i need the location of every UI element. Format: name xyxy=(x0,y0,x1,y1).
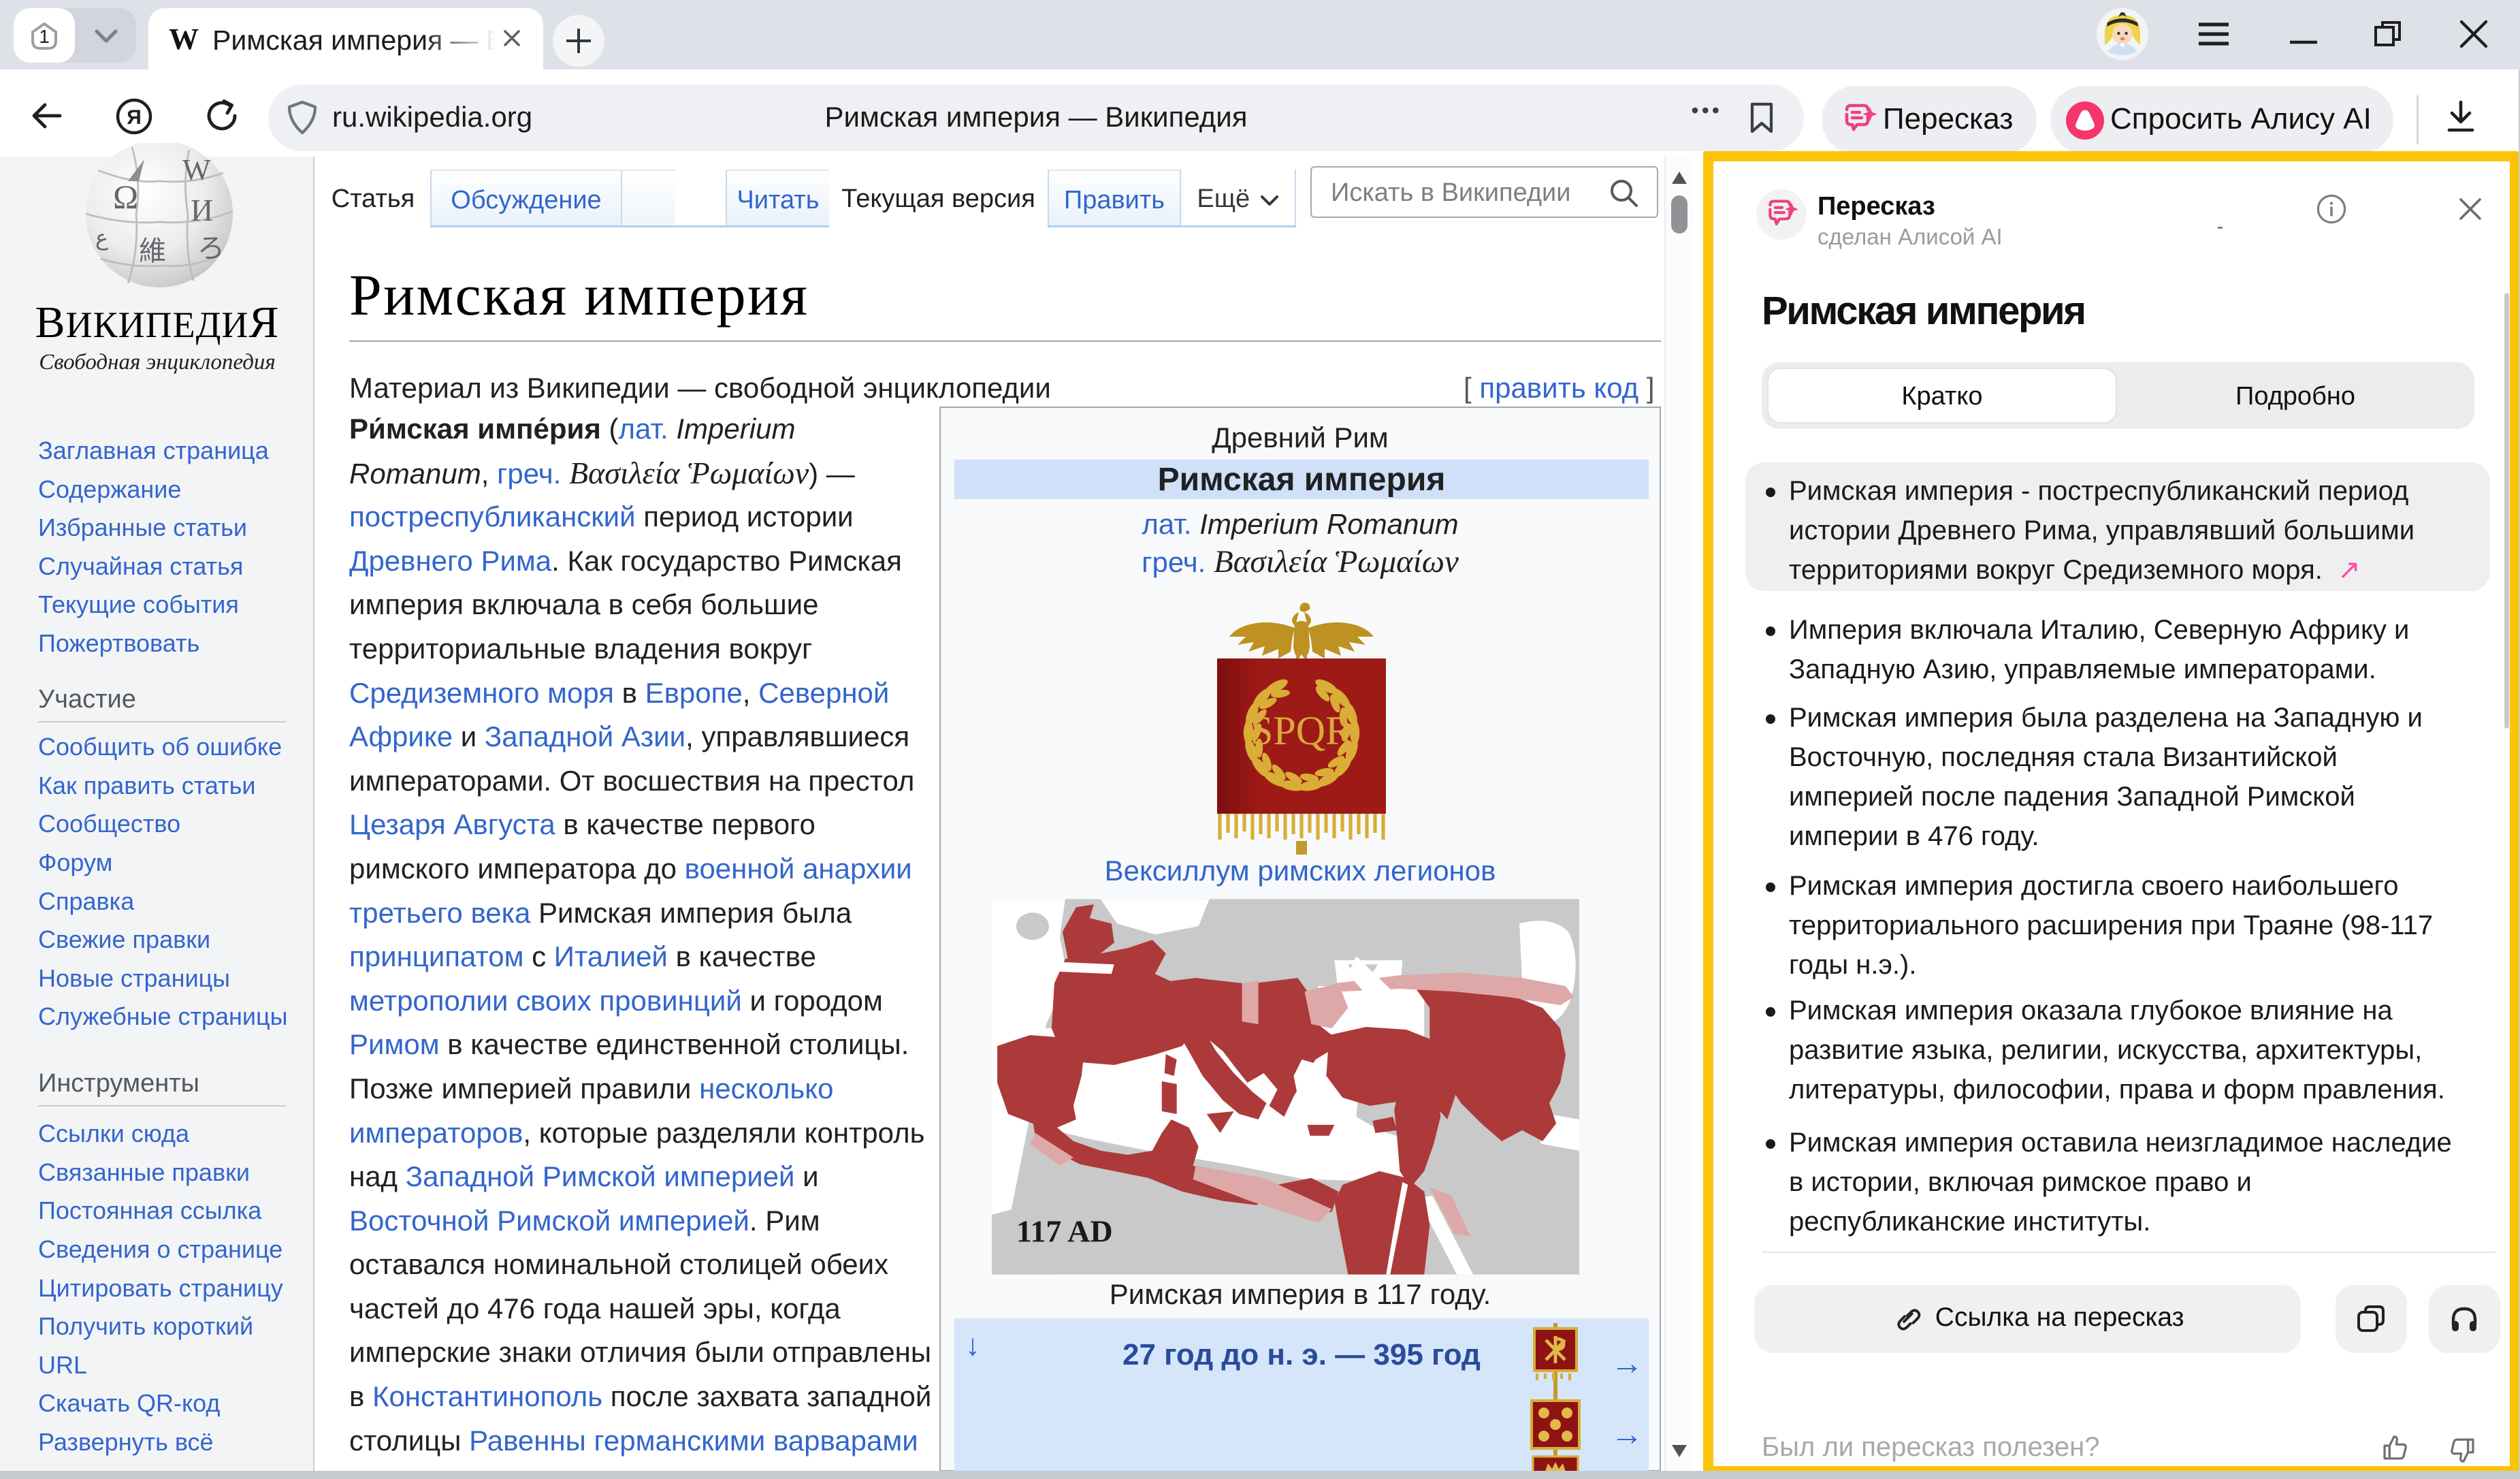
svg-text:SPQR: SPQR xyxy=(1250,708,1353,753)
svg-text:W: W xyxy=(182,153,211,187)
svg-text:1: 1 xyxy=(39,26,50,47)
svg-text:維: 維 xyxy=(139,236,166,266)
svg-text:117 AD: 117 AD xyxy=(1016,1214,1113,1249)
svg-text:Ω: Ω xyxy=(113,178,138,216)
svg-text:И: И xyxy=(191,193,213,227)
svg-text:ろ: ろ xyxy=(197,233,225,264)
svg-text:ع: ع xyxy=(95,225,108,251)
svg-text:Я: Я xyxy=(127,106,142,129)
